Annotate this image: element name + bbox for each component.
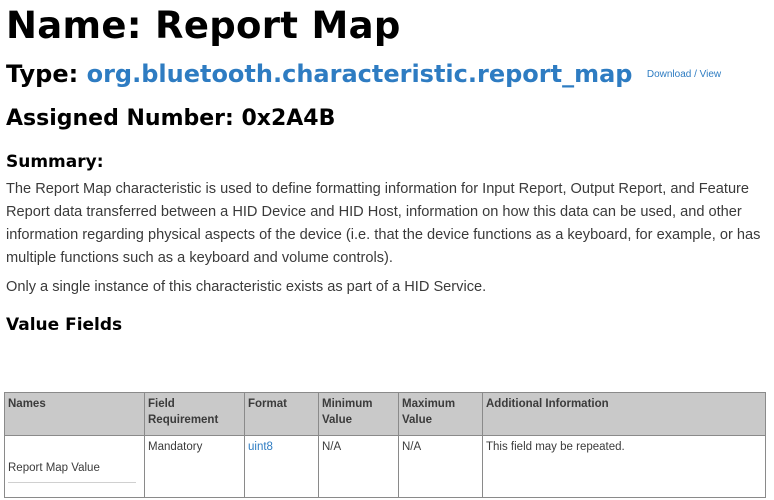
summary-heading: Summary: [6,152,104,172]
page-title: Name: Report Map [6,4,401,47]
download-view-link[interactable]: Download / View [647,69,721,80]
type-value-link[interactable]: org.bluetooth.characteristic.report_map [87,60,633,88]
header-field-requirement: Field Requirement [144,392,245,436]
assigned-number-heading: Assigned Number: 0x2A4B [6,106,336,131]
header-format: Format [244,392,319,436]
cell-requirement: Mandatory [144,435,245,498]
type-label: Type: [6,60,87,88]
value-fields-table: Names Field Requirement Format Minimum V… [4,392,766,498]
cell-format: uint8 [244,435,319,498]
table-row: Report Map Value Mandatory uint8 N/A N/A… [4,435,766,498]
table-header-row: Names Field Requirement Format Minimum V… [4,392,766,436]
value-fields-heading: Value Fields [6,315,123,335]
header-minimum-value: Minimum Value [318,392,399,436]
header-maximum-value: Maximum Value [398,392,483,436]
cell-name: Report Map Value [4,435,145,498]
cell-info: This field may be repeated. [482,435,766,498]
cell-maximum: N/A [398,435,483,498]
header-names: Names [4,392,145,436]
cell-name-text: Report Map Value [8,460,136,483]
summary-paragraph-2: Only a single instance of this character… [6,279,487,295]
cell-minimum: N/A [318,435,399,498]
characteristic-page: Name: Report Map Type: org.bluetooth.cha… [6,0,770,336]
header-additional-information: Additional Information [482,392,766,436]
summary-paragraph: The Report Map characteristic is used to… [6,181,761,266]
format-link[interactable]: uint8 [248,441,273,453]
type-heading: Type: org.bluetooth.characteristic.repor… [6,60,770,89]
